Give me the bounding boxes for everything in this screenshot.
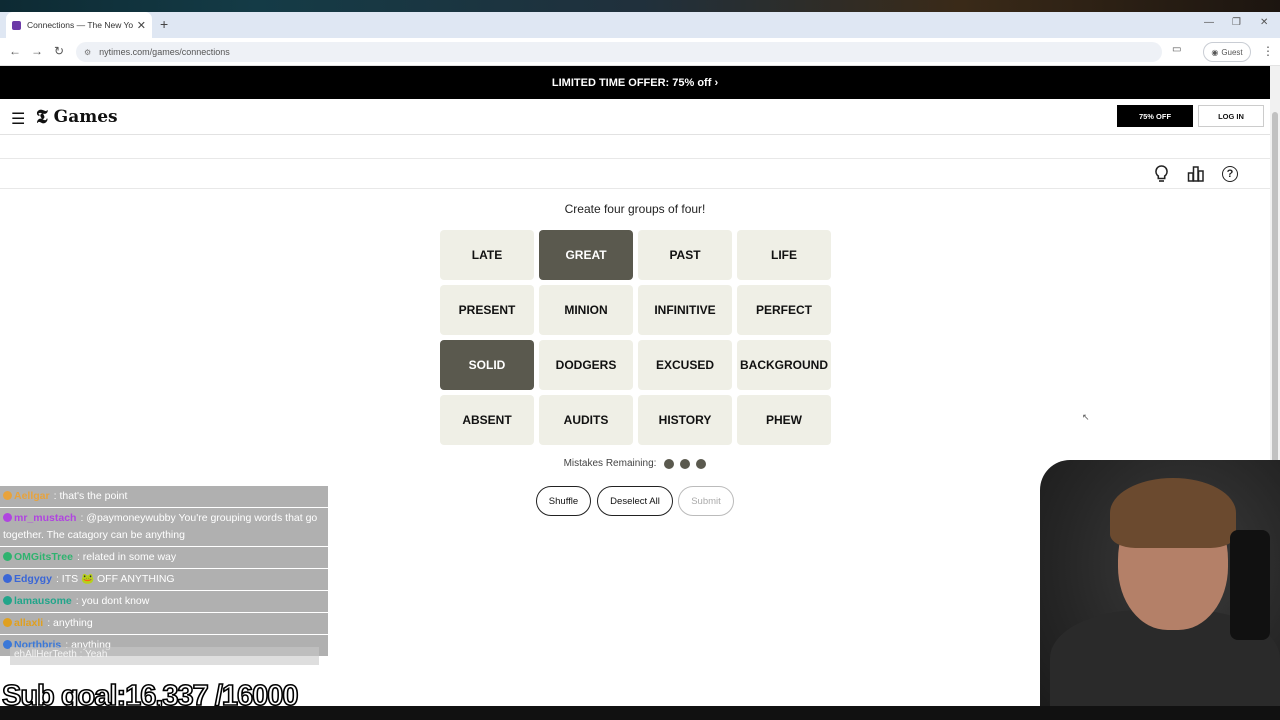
word-tile[interactable]: SOLID (440, 340, 534, 390)
word-tile[interactable]: MINION (539, 285, 633, 335)
login-button[interactable]: LOG IN (1198, 105, 1264, 127)
word-tile[interactable]: EXCUSED (638, 340, 732, 390)
mistake-dot (696, 458, 707, 469)
stream-chat-overlay: Aellgar: that's the point mr_mustach: @pa… (0, 486, 328, 657)
sub-navigation (0, 135, 1270, 159)
address-bar[interactable]: ⚙ nytimes.com/games/connections (76, 42, 1162, 62)
chat-message: mr_mustach: @paymoneywubby You're groupi… (0, 508, 328, 546)
chat-username: lamausome (14, 595, 72, 607)
chat-message: lamausome: you dont know (0, 591, 328, 612)
mouse-cursor-icon: ↖ (1082, 412, 1090, 422)
cast-icon[interactable]: ▭ (1172, 44, 1181, 55)
bottom-bar (0, 706, 1280, 720)
mistake-dot (680, 458, 691, 469)
chat-username: allaxli (14, 617, 44, 629)
chat-badge-icon (3, 491, 12, 500)
word-tile[interactable]: PERFECT (737, 285, 831, 335)
restore-button[interactable]: ❐ (1232, 17, 1241, 28)
word-tile[interactable]: LATE (440, 230, 534, 280)
game-instruction: Create four groups of four! (564, 202, 706, 216)
word-tile[interactable]: PRESENT (440, 285, 534, 335)
desktop-background-strip (0, 0, 1280, 12)
shuffle-button[interactable]: Shuffle (536, 486, 591, 516)
nyt-t-logo-icon: 𝕿 (36, 106, 48, 128)
word-tile[interactable]: DODGERS (539, 340, 633, 390)
mistake-dots (658, 458, 707, 469)
close-window-button[interactable]: ✕ (1260, 17, 1268, 28)
logo-text: Games (53, 107, 118, 127)
word-tile[interactable]: BACKGROUND (737, 340, 831, 390)
mistakes-label: Mistakes Remaining: (563, 458, 657, 469)
word-tile[interactable]: PHEW (737, 395, 831, 445)
connections-favicon-icon (12, 20, 21, 30)
chat-badge-icon (3, 574, 12, 583)
webcam-microphone (1230, 530, 1270, 640)
chat-badge-icon (3, 552, 12, 561)
word-tile[interactable]: ABSENT (440, 395, 534, 445)
browser-menu-icon[interactable]: ⋮ (1262, 44, 1274, 58)
chat-faded-message: ehAllHerTeeth : Yeah (10, 647, 319, 665)
promo-banner[interactable]: LIMITED TIME OFFER: 75% off › (0, 66, 1270, 99)
forward-arrow-icon[interactable]: → (31, 44, 43, 58)
chat-username: Aellgar (14, 490, 50, 502)
close-tab-icon[interactable]: ✕ (137, 19, 146, 32)
submit-button[interactable]: Submit (678, 486, 734, 516)
promo-text: LIMITED TIME OFFER: 75% off › (551, 76, 719, 89)
chat-username: OMGitsTree (14, 551, 73, 563)
chat-text: : that's the point (53, 490, 128, 502)
mistakes-remaining: Mistakes Remaining: (440, 458, 830, 469)
hint-lightbulb-icon[interactable] (1154, 165, 1169, 187)
word-tile[interactable]: GREAT (539, 230, 633, 280)
word-tile[interactable]: LIFE (737, 230, 831, 280)
mistake-dot (664, 458, 675, 469)
url-text: nytimes.com/games/connections (99, 47, 230, 57)
chat-message: Edgygy: ITS 🐸 OFF ANYTHING (0, 569, 328, 590)
chat-message: OMGitsTree: related in some way (0, 547, 328, 568)
help-icon[interactable]: ? (1222, 166, 1238, 182)
game-toolbar: ? (0, 159, 1270, 189)
webcam-person-hair (1110, 478, 1236, 548)
site-header: ☰ 𝕿 Games 75% OFF LOG IN (0, 99, 1270, 135)
word-tile[interactable]: PAST (638, 230, 732, 280)
reload-icon[interactable]: ↻ (54, 44, 64, 58)
word-tile[interactable]: INFINITIVE (638, 285, 732, 335)
chat-text: : ITS 🐸 OFF ANYTHING (55, 573, 175, 585)
profile-icon: ◉ (1211, 47, 1219, 57)
screen: Connections — The New York T ✕ + — ❐ ✕ ←… (0, 0, 1280, 720)
profile-button[interactable]: ◉ Guest (1203, 42, 1251, 62)
chat-badge-icon (3, 618, 12, 627)
nyt-games-logo[interactable]: 𝕿 Games (36, 106, 118, 128)
deselect-all-button[interactable]: Deselect All (597, 486, 673, 516)
chat-text: : anything (47, 617, 93, 629)
chat-badge-icon (3, 596, 12, 605)
minimize-button[interactable]: — (1204, 17, 1214, 28)
chat-username: mr_mustach (14, 512, 77, 524)
chat-text: : related in some way (76, 551, 177, 563)
profile-label: Guest (1221, 47, 1243, 57)
chat-badge-icon (3, 513, 12, 522)
hamburger-menu-icon[interactable]: ☰ (11, 109, 25, 129)
streamer-webcam (1040, 460, 1280, 720)
back-arrow-icon[interactable]: ← (9, 44, 21, 58)
browser-tab[interactable]: Connections — The New York T ✕ (6, 12, 152, 38)
browser-nav-bar: ← → ↻ ⚙ nytimes.com/games/connections ▭ … (0, 38, 1280, 66)
subscribe-offer-button[interactable]: 75% OFF (1117, 105, 1193, 127)
new-tab-button[interactable]: + (160, 16, 168, 32)
chat-message: allaxli: anything (0, 613, 328, 634)
chat-text: : you dont know (75, 595, 150, 607)
word-tile[interactable]: AUDITS (539, 395, 633, 445)
stats-icon[interactable] (1187, 165, 1205, 187)
site-info-icon[interactable]: ⚙ (84, 48, 91, 57)
tab-title: Connections — The New York T (27, 20, 133, 30)
chat-username: Edgygy (14, 573, 52, 585)
tile-grid: LATE GREAT PAST LIFE PRESENT MINION INFINITIVE… (440, 230, 831, 445)
chat-message: Aellgar: that's the point (0, 486, 328, 507)
browser-tab-bar: Connections — The New York T ✕ + — ❐ ✕ (0, 12, 1280, 38)
word-tile[interactable]: HISTORY (638, 395, 732, 445)
